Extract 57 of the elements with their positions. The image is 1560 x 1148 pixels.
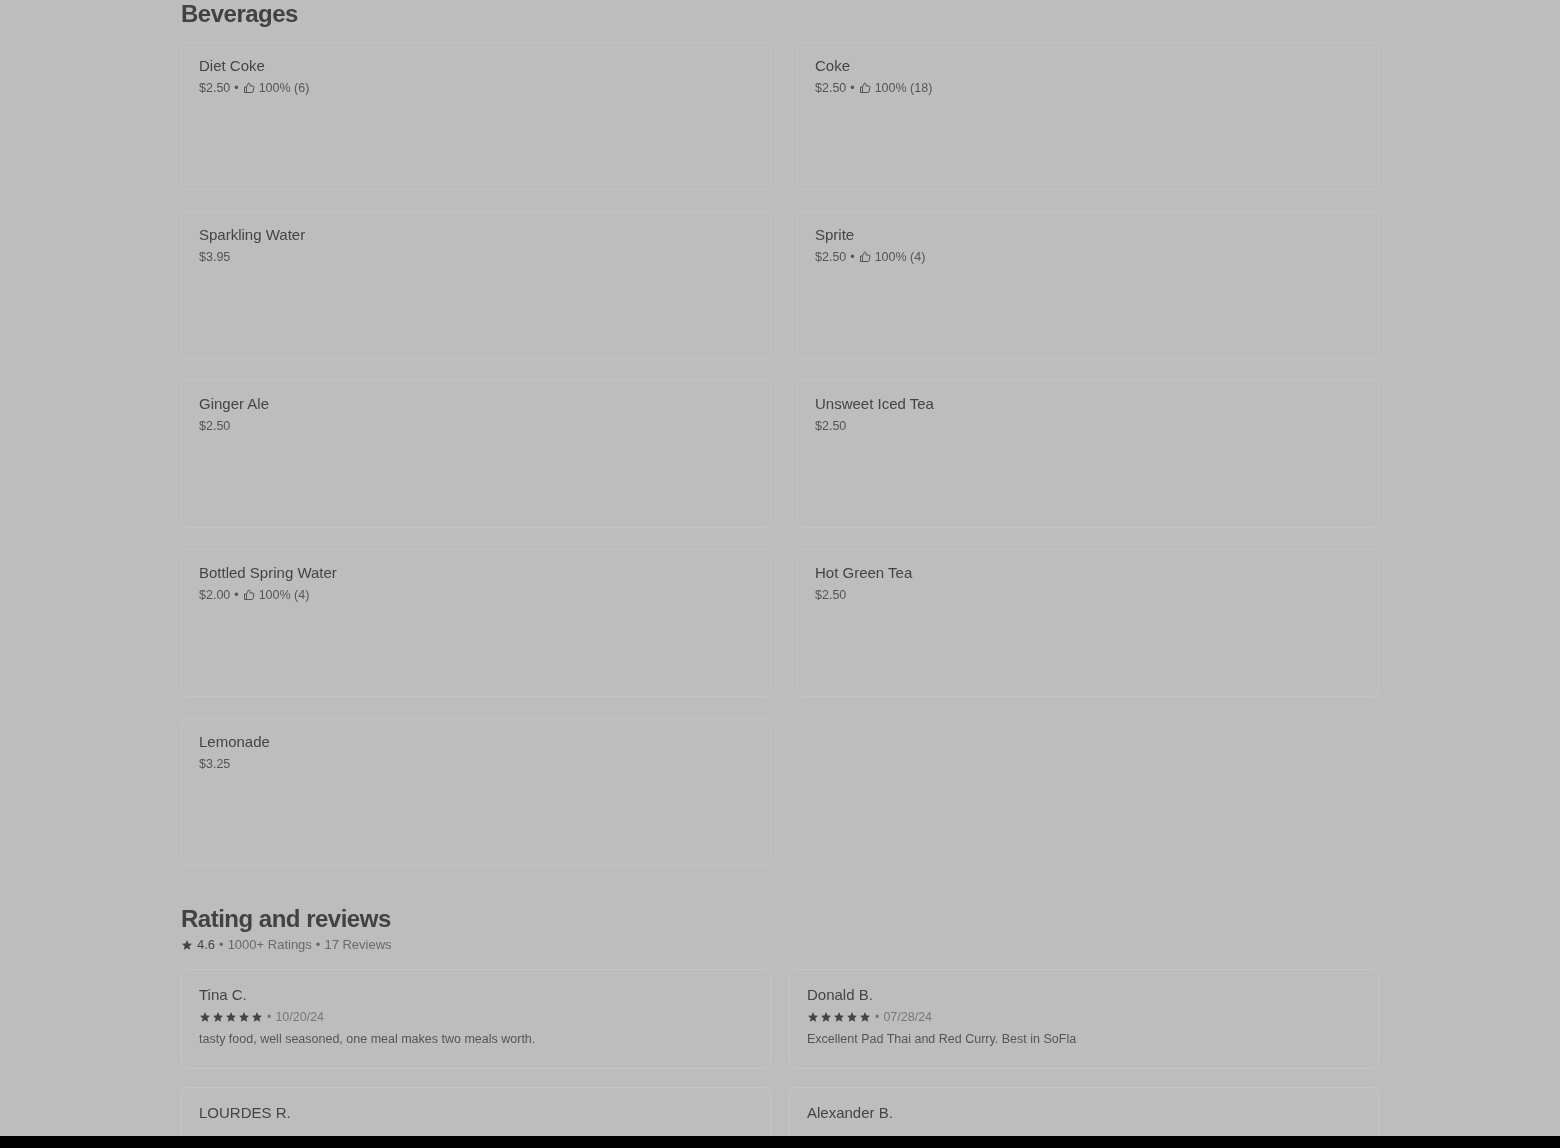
- thumbs-up-icon: [242, 82, 255, 94]
- separator-dot: •: [850, 250, 855, 264]
- menu-item-card[interactable]: Lemonade $3.25: [181, 718, 771, 866]
- reviewer-name: Alexander B.: [807, 1104, 894, 1121]
- separator-dot: •: [219, 937, 224, 952]
- separator-dot: •: [234, 81, 239, 95]
- menu-item-card[interactable]: Hot Green Tea $2.50: [797, 549, 1379, 697]
- item-price: $2.50: [815, 588, 847, 602]
- item-price: $2.50: [815, 419, 847, 433]
- item-price: $2.50: [199, 419, 231, 433]
- review-date: 07/28/24: [883, 1010, 933, 1024]
- rating-score: 4.6: [197, 937, 216, 952]
- item-name: Diet Coke: [199, 57, 266, 74]
- item-rating: 100% (6): [258, 81, 310, 95]
- review-text: Excellent Pad Thai and Red Curry. Best in SoFla: [807, 1032, 1077, 1046]
- separator-dot: •: [875, 1010, 880, 1024]
- separator-dot: •: [315, 937, 321, 952]
- section-heading: Beverages: [181, 0, 299, 28]
- reviewer-name: LOURDES R.: [199, 1104, 292, 1121]
- item-name: Sparkling Water: [199, 226, 307, 243]
- item-price: $3.95: [199, 250, 231, 264]
- menu-item-card[interactable]: Ginger Ale $2.50: [181, 380, 771, 528]
- thumbs-up-icon: [242, 589, 255, 601]
- item-name: Coke: [815, 57, 852, 74]
- review-date: 10/20/24: [275, 1010, 325, 1024]
- menu-item-card[interactable]: Sprite $2.50 • 100% (4): [797, 211, 1379, 359]
- thumbs-up-icon: [858, 82, 871, 94]
- item-name: Unsweet Iced Tea: [815, 395, 935, 412]
- item-rating: 100% (4): [874, 250, 926, 264]
- section-heading: Rating and reviews: [181, 905, 392, 933]
- item-name: Ginger Ale: [199, 395, 271, 412]
- item-price: $2.50: [815, 81, 847, 95]
- separator-dot: •: [850, 81, 855, 95]
- separator-dot: •: [267, 1010, 272, 1024]
- thumbs-up-icon: [858, 251, 871, 263]
- item-name: Sprite: [815, 226, 856, 243]
- star-icon: [181, 938, 193, 951]
- item-rating: 100% (4): [258, 588, 310, 602]
- separator-dot: •: [234, 588, 239, 602]
- ratings-count: 1000+ Ratings: [227, 937, 312, 952]
- item-price: $2.50: [199, 81, 231, 95]
- item-name: Bottled Spring Water: [199, 564, 338, 581]
- item-rating: 100% (18): [874, 81, 933, 95]
- menu-item-card[interactable]: Unsweet Iced Tea $2.50: [797, 380, 1379, 528]
- menu-item-card[interactable]: Bottled Spring Water $2.00 • 100% (4): [181, 549, 771, 697]
- menu-item-card[interactable]: Diet Coke $2.50 • 100% (6): [181, 42, 771, 190]
- menu-item-card[interactable]: Coke $2.50 • 100% (18): [797, 42, 1379, 190]
- review-text: tasty food, well seasoned, one meal makes two meals worth.: [199, 1032, 536, 1046]
- item-price: $2.50: [815, 250, 847, 264]
- item-price: $2.00: [199, 588, 231, 602]
- reviewer-name: Tina C.: [199, 986, 248, 1003]
- reviewer-name: Donald B.: [807, 986, 874, 1003]
- menu-item-card[interactable]: Sparkling Water $3.95: [181, 211, 771, 359]
- item-name: Hot Green Tea: [815, 564, 914, 581]
- reviews-count: 17 Reviews: [324, 937, 392, 952]
- item-name: Lemonade: [199, 733, 271, 750]
- item-price: $3.25: [199, 757, 231, 771]
